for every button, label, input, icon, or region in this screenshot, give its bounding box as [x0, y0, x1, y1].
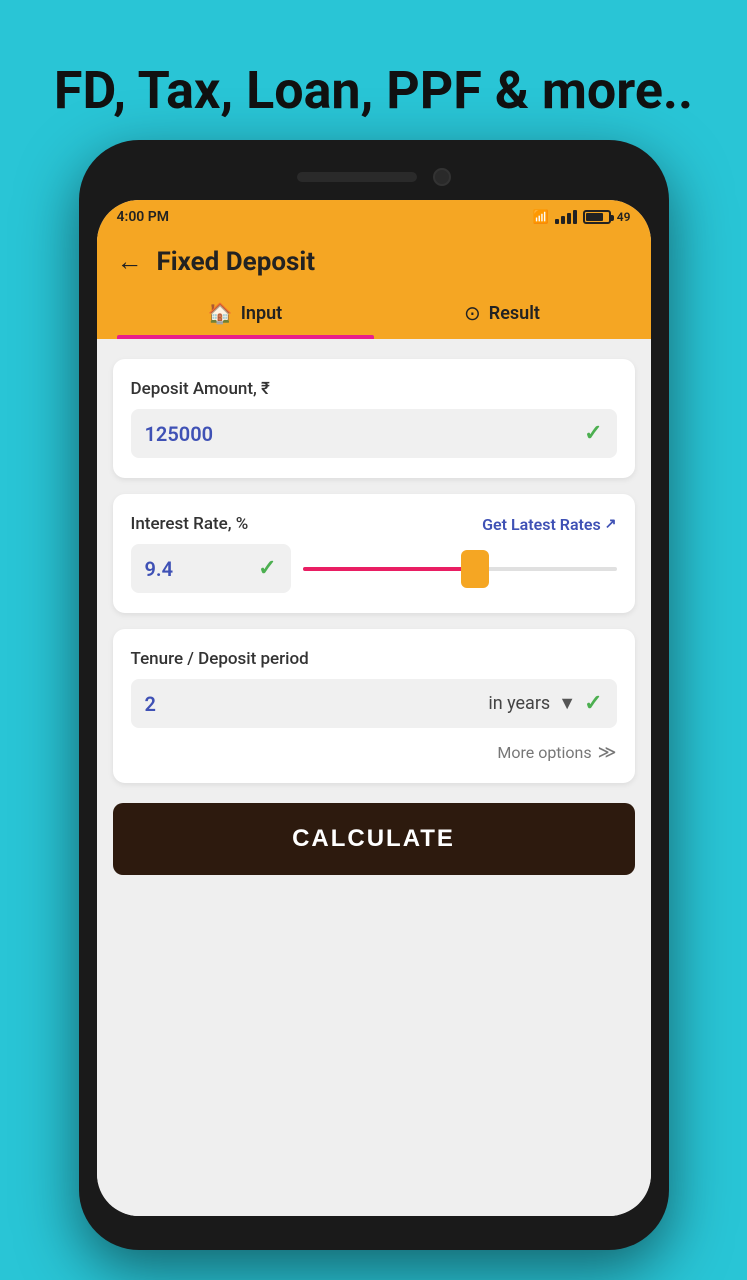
- tenure-unit-selector[interactable]: in years ▼ ✓: [379, 691, 603, 716]
- calculate-label: CALCULATE: [292, 825, 455, 852]
- phone-frame: 4:00 PM 📶 49: [79, 140, 669, 1250]
- tenure-label: Tenure / Deposit period: [131, 649, 617, 669]
- more-options-row[interactable]: More options ≫: [131, 742, 617, 763]
- tenure-check-icon: ✓: [584, 691, 602, 716]
- deposit-check-icon: ✓: [584, 421, 602, 446]
- tab-input-label: Input: [241, 303, 282, 324]
- slider-track: [303, 567, 617, 571]
- slider-fill: [303, 567, 476, 571]
- speaker: [297, 172, 417, 182]
- content-area: Deposit Amount, ₹ 125000 ✓ Interest Rate…: [97, 339, 651, 1216]
- deposit-value[interactable]: 125000: [145, 422, 575, 446]
- bg-header: FD, Tax, Loan, PPF & more..: [0, 0, 747, 160]
- app-tagline: FD, Tax, Loan, PPF & more..: [54, 40, 693, 121]
- status-icons: 📶 49: [533, 210, 631, 225]
- get-rates-link[interactable]: Get Latest Rates ↗: [482, 515, 616, 534]
- tab-bar: 🏠 Input ⊙ Result: [117, 291, 631, 339]
- slider-thumb[interactable]: [461, 550, 489, 588]
- signal-bar-4: [573, 210, 577, 224]
- interest-slider[interactable]: [303, 549, 617, 589]
- interest-header: Interest Rate, % Get Latest Rates ↗: [131, 514, 617, 534]
- more-options-chevron-icon: ≫: [598, 742, 617, 763]
- header-nav: ← Fixed Deposit: [117, 246, 631, 277]
- interest-value[interactable]: 9.4: [145, 557, 249, 581]
- interest-check-icon: ✓: [258, 556, 276, 581]
- more-options-label: More options: [497, 743, 591, 762]
- interest-card: Interest Rate, % Get Latest Rates ↗ 9.4 …: [113, 494, 635, 613]
- dropdown-arrow-icon[interactable]: ▼: [558, 693, 576, 714]
- battery-icon: [583, 210, 611, 224]
- deposit-label: Deposit Amount, ₹: [131, 379, 617, 399]
- phone-wrapper: 4:00 PM 📶 49: [79, 140, 669, 1250]
- tab-result-label: Result: [489, 303, 540, 324]
- app-header: ← Fixed Deposit 🏠 Input ⊙ Result: [97, 234, 651, 339]
- deposit-card: Deposit Amount, ₹ 125000 ✓: [113, 359, 635, 478]
- tenure-card: Tenure / Deposit period 2 in years ▼ ✓ M…: [113, 629, 635, 783]
- phone-screen: 4:00 PM 📶 49: [97, 200, 651, 1216]
- interest-input-box[interactable]: 9.4 ✓: [131, 544, 291, 593]
- battery-fill: [586, 213, 603, 221]
- get-rates-text: Get Latest Rates: [482, 515, 601, 534]
- phone-top-bar: [97, 158, 651, 196]
- header-title: Fixed Deposit: [157, 247, 316, 277]
- tenure-input-row[interactable]: 2 in years ▼ ✓: [131, 679, 617, 728]
- tenure-value[interactable]: 2: [145, 692, 369, 716]
- external-link-icon: ↗: [605, 516, 617, 532]
- deposit-input-row[interactable]: 125000 ✓: [131, 409, 617, 458]
- signal-bar-2: [561, 216, 565, 224]
- status-bar: 4:00 PM 📶 49: [97, 200, 651, 234]
- signal-bars: [555, 210, 577, 224]
- home-icon: 🏠: [208, 301, 233, 325]
- tab-input[interactable]: 🏠 Input: [117, 291, 374, 339]
- interest-input-area: 9.4 ✓: [131, 544, 617, 593]
- battery-level: 49: [617, 210, 631, 224]
- signal-bar-3: [567, 213, 571, 224]
- calculate-button[interactable]: CALCULATE: [113, 803, 635, 875]
- tenure-unit-text: in years: [488, 693, 550, 714]
- circle-icon: ⊙: [464, 301, 481, 325]
- interest-label: Interest Rate, %: [131, 514, 249, 534]
- signal-bar-1: [555, 219, 559, 224]
- status-time: 4:00 PM: [117, 209, 170, 225]
- back-button[interactable]: ←: [117, 246, 143, 277]
- tab-result[interactable]: ⊙ Result: [374, 291, 631, 339]
- camera: [433, 168, 451, 186]
- sim-icon: 📶: [533, 210, 549, 225]
